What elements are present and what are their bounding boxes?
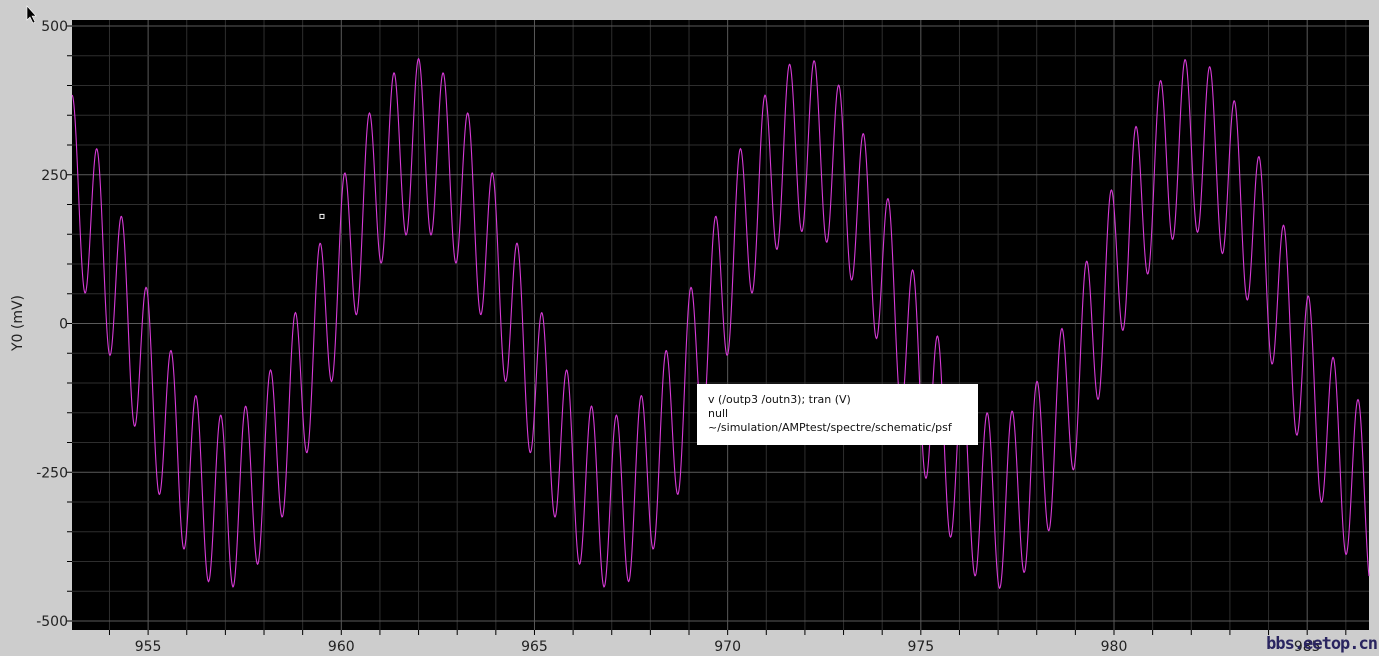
waveform-chart[interactable]: 955 960 965 970 975 980 9855002500-250-500 Y0 … <box>0 0 1379 656</box>
plot-area[interactable] <box>72 20 1369 630</box>
y-axis-label: Y0 (mV) <box>10 295 26 352</box>
tooltip-null: null <box>708 407 729 420</box>
watermark: bbs.eetop.cn <box>1266 634 1378 654</box>
y-tick-label: 250 <box>41 168 68 184</box>
mouse-cursor-icon <box>26 5 37 24</box>
y-tick-label: -250 <box>36 465 68 481</box>
trace-tooltip: v (/outp3 /outn3); tran (V) null ~/simul… <box>697 384 978 445</box>
data-point-marker[interactable] <box>319 213 325 219</box>
tooltip-signal: v (/outp3 /outn3); tran (V) <box>708 393 851 406</box>
x-tick-label: 980 <box>1101 639 1128 655</box>
tooltip-path: ~/simulation/AMPtest/spectre/schematic/p… <box>708 421 952 434</box>
x-tick-label: 965 <box>521 639 548 655</box>
y-tick-label: 500 <box>41 19 68 35</box>
x-tick-label: 975 <box>907 639 934 655</box>
x-tick-label: 955 <box>135 639 162 655</box>
y-tick-label: 0 <box>59 317 68 333</box>
x-tick-label: 960 <box>328 639 355 655</box>
y-tick-label: -500 <box>36 614 68 630</box>
x-tick-label: 970 <box>714 639 741 655</box>
